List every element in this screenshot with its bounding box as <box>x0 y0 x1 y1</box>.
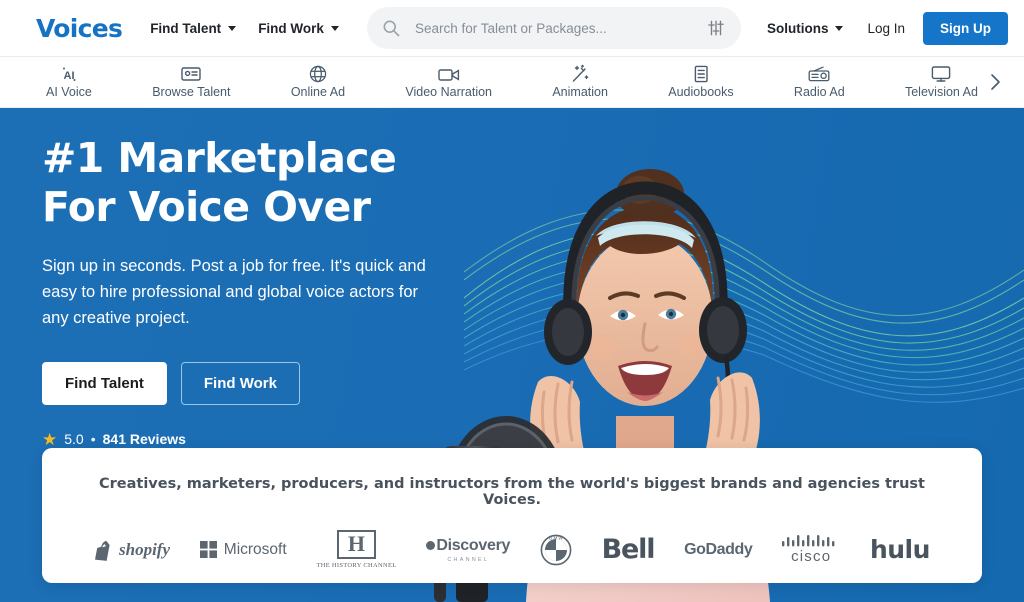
category-video-narration[interactable]: Video Narration <box>405 65 492 99</box>
brand-sublabel: CHANNEL <box>447 557 489 563</box>
nav-find-work-label: Find Work <box>258 21 324 36</box>
svg-text:B M W: B M W <box>549 535 563 540</box>
monitor-icon <box>931 65 951 83</box>
brand-logo-bell: Bell <box>602 534 655 565</box>
chevron-right-icon <box>988 71 1002 93</box>
category-animation[interactable]: Animation <box>552 65 608 99</box>
brand-label: Microsoft <box>224 541 287 559</box>
nav-solutions-label: Solutions <box>767 21 829 36</box>
category-label: Online Ad <box>291 86 345 99</box>
brand-label: THE HISTORY CHANNEL <box>316 562 396 569</box>
brand-logo-shopify: shopify <box>94 539 170 561</box>
rating-block: ★ 5.0 • 841 Reviews <box>42 431 520 448</box>
nav-find-talent[interactable]: Find Talent <box>150 21 236 36</box>
brand-logo-godaddy: GoDaddy <box>684 541 752 559</box>
trust-headline: Creatives, marketers, producers, and ins… <box>68 476 956 508</box>
id-card-icon <box>181 65 201 83</box>
book-icon <box>693 65 709 83</box>
hero-title: #1 Marketplace For Voice Over <box>42 134 462 232</box>
find-talent-button[interactable]: Find Talent <box>42 362 167 405</box>
category-label: Video Narration <box>405 86 492 99</box>
brand-label: hulu <box>870 535 930 564</box>
globe-icon <box>309 65 327 83</box>
star-icon: ★ <box>42 431 57 448</box>
brand-logo-history-channel: H THE HISTORY CHANNEL <box>316 530 396 569</box>
hero-section: #1 Marketplace For Voice Over Sign up in… <box>0 108 1024 602</box>
header-actions: Solutions Log In Sign Up <box>767 12 1008 45</box>
brand-label: cisco <box>791 548 831 565</box>
category-next-button[interactable] <box>978 71 1016 93</box>
category-ai-voice[interactable]: AI AI Voice <box>46 65 92 99</box>
rating-score: 5.0 <box>64 431 83 447</box>
voices-logo[interactable]: Voices <box>36 14 122 43</box>
search-input[interactable] <box>415 21 707 36</box>
magic-wand-icon <box>570 65 590 83</box>
brand-label: shopify <box>119 540 170 560</box>
category-label: Audiobooks <box>668 86 733 99</box>
sliders-icon[interactable] <box>707 19 725 37</box>
nav-find-talent-label: Find Talent <box>150 21 221 36</box>
category-label: Animation <box>552 86 608 99</box>
chevron-down-icon <box>835 26 843 31</box>
svg-text:AI: AI <box>63 70 74 82</box>
hero-subtitle: Sign up in seconds. Post a job for free.… <box>42 254 434 331</box>
category-label: AI Voice <box>46 86 92 99</box>
shopify-bag-icon <box>94 539 114 561</box>
category-label: Television Ad <box>905 86 978 99</box>
brand-logo-row: shopify Microsoft H THE HISTORY CHANNEL <box>68 530 956 569</box>
discovery-dot-icon <box>426 541 435 550</box>
brand-logo-bmw: B M W <box>540 534 572 566</box>
search-icon <box>381 18 401 38</box>
brand-label: Bell <box>602 534 655 565</box>
brand-logo-cisco: cisco <box>782 535 840 565</box>
category-radio-ad[interactable]: Radio Ad <box>794 65 845 99</box>
microsoft-squares-icon <box>200 541 217 558</box>
ai-icon: AI <box>59 65 79 83</box>
bmw-roundel-icon: B M W <box>540 534 572 566</box>
category-online-ad[interactable]: Online Ad <box>291 65 345 99</box>
brand-logo-microsoft: Microsoft <box>200 541 287 559</box>
video-camera-icon <box>438 65 460 83</box>
radio-icon <box>808 65 830 83</box>
category-browse-talent[interactable]: Browse Talent <box>152 65 230 99</box>
signup-button[interactable]: Sign Up <box>923 12 1008 45</box>
find-work-button[interactable]: Find Work <box>181 362 300 405</box>
brand-mark: H <box>348 531 365 556</box>
rating-reviews[interactable]: 841 Reviews <box>103 431 186 447</box>
category-label: Browse Talent <box>152 86 230 99</box>
category-audiobooks[interactable]: Audiobooks <box>668 65 733 99</box>
nav-find-work[interactable]: Find Work <box>258 21 339 36</box>
category-label: Radio Ad <box>794 86 845 99</box>
login-link[interactable]: Log In <box>867 21 905 36</box>
search-bar[interactable] <box>367 7 741 49</box>
brand-logo-hulu: hulu <box>870 535 930 564</box>
nav-solutions[interactable]: Solutions <box>767 21 844 36</box>
rating-separator: • <box>91 431 96 447</box>
hero-content: #1 Marketplace For Voice Over Sign up in… <box>0 108 520 448</box>
cisco-bars-icon <box>782 535 840 547</box>
chevron-down-icon <box>228 26 236 31</box>
category-nav: AI AI Voice Browse Talent <box>0 56 1024 108</box>
site-header: Voices Find Talent Find Work Solutions L… <box>0 0 1024 56</box>
brand-label: GoDaddy <box>684 541 752 559</box>
brand-logo-discovery: Discovery CHANNEL <box>426 537 510 563</box>
trust-card: Creatives, marketers, producers, and ins… <box>42 448 982 583</box>
chevron-down-icon <box>331 26 339 31</box>
hero-cta-group: Find Talent Find Work <box>42 362 520 405</box>
category-television-ad[interactable]: Television Ad <box>905 65 978 99</box>
brand-label: Discovery <box>436 537 510 555</box>
